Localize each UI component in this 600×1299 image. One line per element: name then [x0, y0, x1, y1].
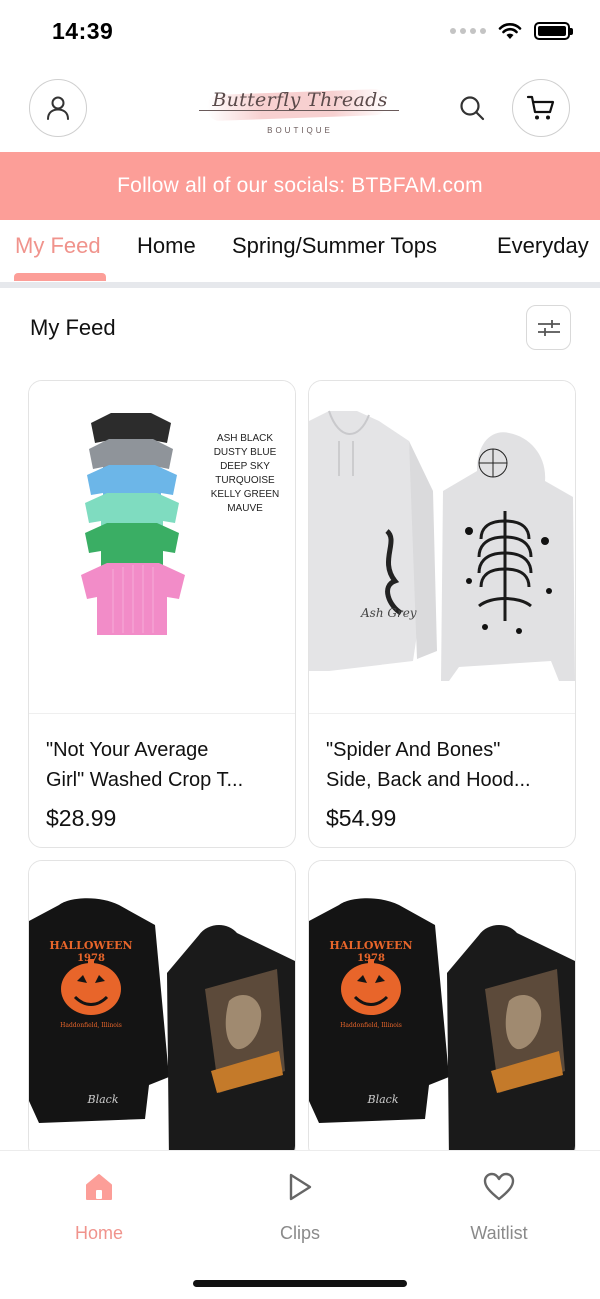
- color-label: DUSTY BLUE: [214, 447, 277, 458]
- product-card[interactable]: HALLOWEEN 1978 Haddonfield, Illinois Bla…: [28, 860, 296, 1160]
- nav-waitlist[interactable]: Waitlist: [424, 1169, 574, 1244]
- color-label: DEEP SKY: [220, 461, 270, 472]
- product-image[interactable]: HALLOWEEN 1978 Haddonfield, Illinois Bla…: [29, 861, 295, 1159]
- status-icons: [450, 22, 573, 40]
- tab-home[interactable]: Home: [137, 233, 196, 259]
- color-label: MAUVE: [227, 503, 263, 514]
- home-indicator[interactable]: [193, 1280, 407, 1287]
- nav-waitlist-label: Waitlist: [470, 1223, 528, 1243]
- signal-icon: [450, 28, 486, 34]
- product-image[interactable]: Ash Grey: [309, 381, 575, 714]
- product-title-line-2: Side, Back and Hood...: [326, 769, 531, 791]
- color-label: Black: [87, 1093, 119, 1106]
- search-icon: [460, 96, 485, 121]
- tabs-divider: [0, 282, 600, 288]
- product-card[interactable]: Ash Grey "Spider And Bones" Side, Back a…: [308, 380, 576, 848]
- banner-text: Follow all of our socials: BTBFAM.com: [117, 174, 483, 197]
- sliders-icon: [537, 319, 560, 336]
- product-title-line-1: "Spider And Bones": [326, 739, 501, 761]
- heart-icon: [483, 1172, 515, 1201]
- product-image[interactable]: HALLOWEEN 1978 Haddonfield, Illinois Bla…: [309, 861, 575, 1159]
- section-title: My Feed: [30, 315, 116, 340]
- color-label: ASH BLACK: [217, 433, 273, 444]
- bottom-tab-bar: Home Clips Waitlist: [0, 1150, 600, 1299]
- tab-everyday[interactable]: Everyday: [497, 233, 589, 259]
- tab-spring-summer-tops[interactable]: Spring/Summer Tops: [232, 233, 437, 259]
- active-tab-indicator: [14, 273, 106, 281]
- print-town: Haddonfield, Illinois: [60, 1022, 122, 1029]
- crop-tees-illustration: ASH BLACK DUSTY BLUE DEEP SKY TURQUOISE …: [81, 413, 280, 635]
- filter-button[interactable]: [526, 305, 571, 350]
- print-town: Haddonfield, Illinois: [340, 1022, 402, 1029]
- nav-home-label: Home: [74, 1223, 123, 1243]
- print-title: HALLOWEEN: [49, 939, 132, 952]
- print-title: HALLOWEEN: [329, 939, 412, 952]
- product-price: $28.99: [46, 805, 117, 831]
- brand-logo[interactable]: Butterfly Threads BOUTIQUE: [195, 80, 405, 140]
- color-label: TURQUOISE: [215, 475, 275, 486]
- halloween-hoodie-illustration: HALLOWEEN 1978 Haddonfield, Illinois Bla…: [29, 898, 295, 1159]
- home-icon: [86, 1174, 112, 1200]
- product-card[interactable]: HALLOWEEN 1978 Haddonfield, Illinois Bla…: [308, 860, 576, 1160]
- status-time: 14:39: [52, 18, 114, 44]
- product-price: $54.99: [326, 805, 397, 831]
- product-card[interactable]: ASH BLACK DUSTY BLUE DEEP SKY TURQUOISE …: [28, 380, 296, 848]
- app-header: Butterfly Threads BOUTIQUE: [0, 66, 600, 152]
- status-bar: 14:39: [0, 0, 600, 66]
- color-label: Ash Grey: [360, 606, 417, 620]
- product-title-line-1: "Not Your Average: [46, 739, 209, 761]
- play-icon: [289, 1173, 312, 1201]
- spider-hoodie-illustration: Ash Grey: [309, 410, 575, 681]
- account-button[interactable]: [29, 79, 87, 137]
- product-image[interactable]: ASH BLACK DUSTY BLUE DEEP SKY TURQUOISE …: [29, 381, 295, 714]
- cart-icon: [526, 95, 555, 120]
- logo-script: Butterfly Threads: [212, 89, 388, 111]
- halloween-hoodie-illustration: HALLOWEEN 1978 Haddonfield, Illinois Bla…: [309, 898, 575, 1159]
- category-tabs: My Feed Home Spring/Summer Tops Everyday: [0, 220, 600, 282]
- nav-clips[interactable]: Clips: [225, 1169, 375, 1244]
- search-button[interactable]: [452, 88, 492, 128]
- color-label: KELLY GREEN: [211, 489, 280, 500]
- wifi-icon: [498, 23, 522, 39]
- battery-icon: [534, 22, 573, 40]
- promo-banner[interactable]: Follow all of our socials: BTBFAM.com: [0, 152, 600, 220]
- logo-subtitle: BOUTIQUE: [267, 126, 333, 135]
- tab-my-feed[interactable]: My Feed: [15, 233, 101, 259]
- user-icon: [47, 96, 69, 120]
- nav-home[interactable]: Home: [24, 1169, 174, 1244]
- product-title[interactable]: "Not Your Average Girl" Washed Crop T...: [46, 735, 278, 795]
- color-label: Black: [367, 1093, 399, 1106]
- cart-button[interactable]: [512, 79, 570, 137]
- product-title-line-2: Girl" Washed Crop T...: [46, 769, 244, 791]
- product-title[interactable]: "Spider And Bones" Side, Back and Hood..…: [326, 735, 558, 795]
- nav-clips-label: Clips: [279, 1223, 320, 1243]
